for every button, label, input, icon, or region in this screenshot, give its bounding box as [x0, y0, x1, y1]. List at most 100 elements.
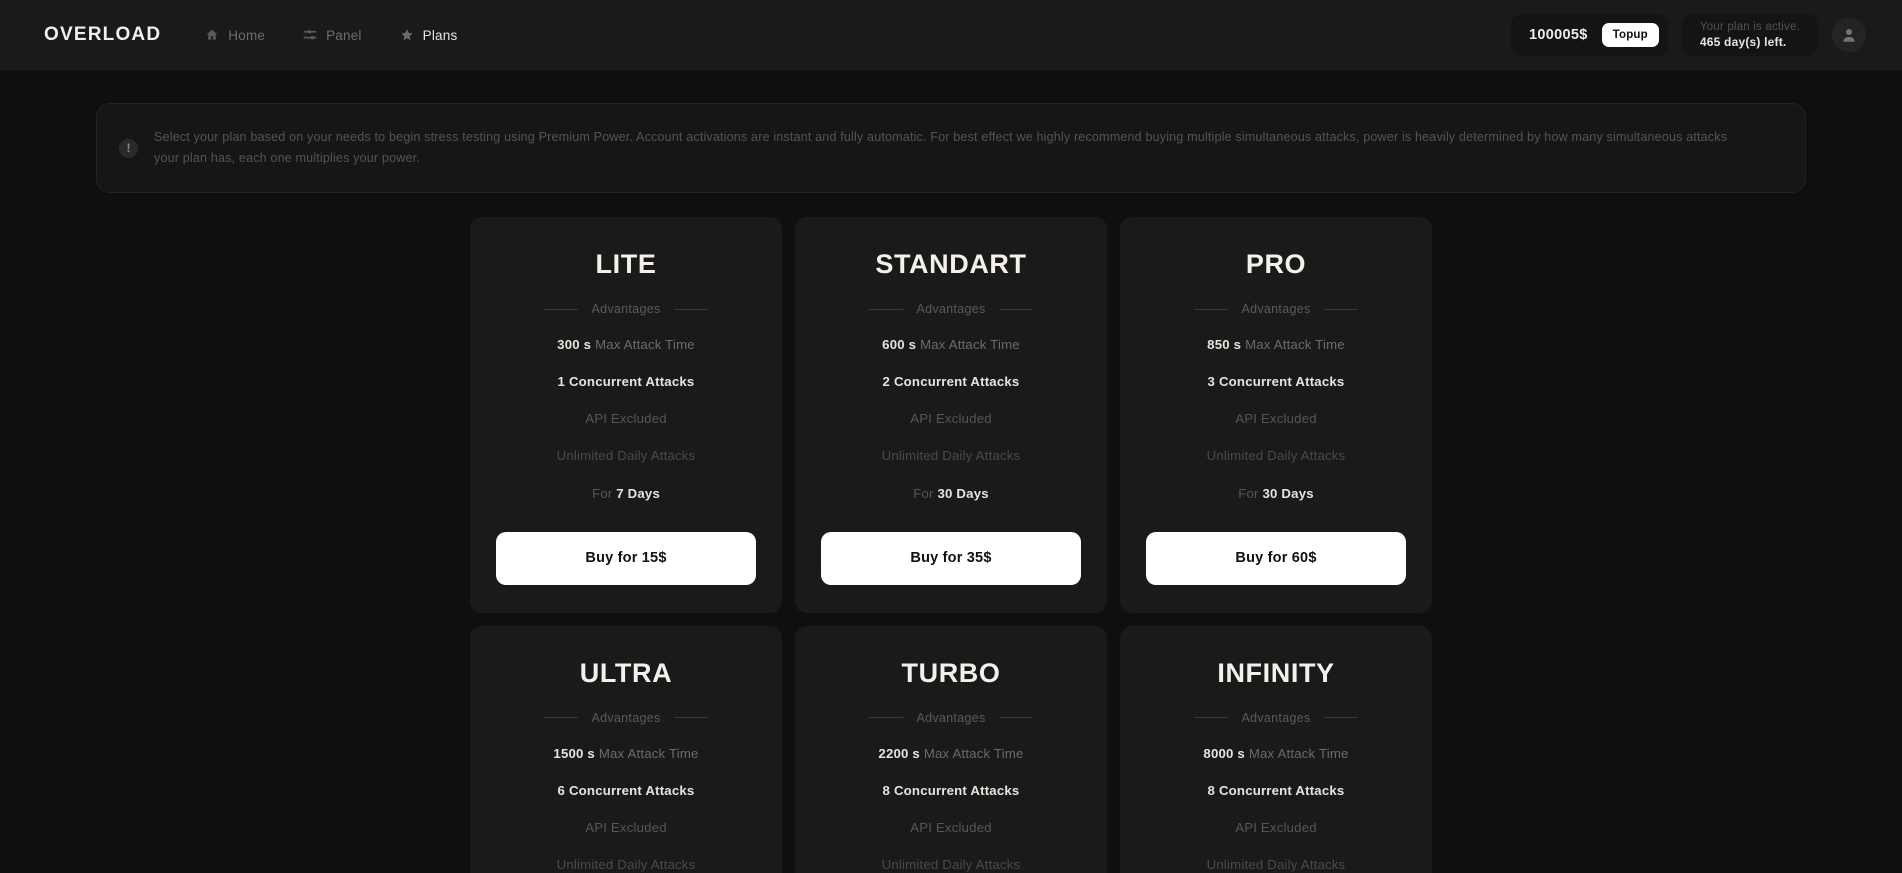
- feature-max-attack-time: 600 s Max Attack Time: [882, 336, 1020, 353]
- concurrent-attacks-value: 3: [1207, 374, 1216, 390]
- plans-grid: LITE Advantages 300 s Max Attack Time 1 Con…: [470, 217, 1432, 873]
- divider-line-right: [1323, 717, 1358, 719]
- star-icon: [400, 28, 414, 42]
- advantages-label: Advantages: [591, 302, 661, 316]
- nav-item-plans-label: Plans: [422, 27, 458, 43]
- feature-concurrent-attacks: 8 Concurrent Attacks: [883, 782, 1020, 799]
- plan-status-line2: 465 day(s) left.: [1699, 35, 1787, 49]
- feature-daily-attacks: Unlimited Daily Attacks: [557, 856, 696, 873]
- main-nav: Home Panel Plans: [205, 28, 457, 43]
- concurrent-attacks-value: 2: [882, 374, 891, 390]
- plan-status-line1: Your plan is active.: [1699, 21, 1800, 33]
- feature-daily-attacks: Unlimited Daily Attacks: [1207, 447, 1346, 464]
- advantages-label: Advantages: [1241, 302, 1311, 316]
- api-label: API Excluded: [585, 820, 667, 836]
- sliders-icon: [303, 28, 317, 42]
- advantages-divider: Advantages: [821, 302, 1081, 316]
- advantages-divider: Advantages: [1146, 711, 1406, 725]
- feature-max-attack-time: 1500 s Max Attack Time: [553, 745, 698, 762]
- nav-item-panel[interactable]: Panel: [303, 28, 362, 43]
- api-label: API Excluded: [585, 411, 667, 427]
- divider-line-left: [544, 717, 579, 719]
- brand-logo[interactable]: OVERLOAD: [44, 24, 161, 46]
- advantages-divider: Advantages: [1146, 302, 1406, 316]
- plan-card: ULTRA Advantages 1500 s Max Attack Time 6 C…: [470, 625, 782, 873]
- nav-item-plans[interactable]: Plans: [400, 28, 458, 43]
- api-label: API Excluded: [1235, 820, 1317, 836]
- advantages-divider: Advantages: [496, 711, 756, 725]
- buy-button[interactable]: Buy for 60$: [1146, 531, 1406, 585]
- divider-line-right: [673, 717, 708, 719]
- app-header: OVERLOAD Home Panel Plans 100005$ Topup …: [0, 0, 1902, 70]
- duration-value: 7 Days: [616, 485, 660, 501]
- concurrent-attacks-label: Concurrent Attacks: [893, 782, 1020, 798]
- plan-card: PRO Advantages 850 s Max Attack Time 3 Conc…: [1120, 217, 1432, 613]
- feature-daily-attacks: Unlimited Daily Attacks: [882, 856, 1021, 873]
- feature-api: API Excluded: [585, 410, 667, 427]
- avatar[interactable]: [1832, 18, 1866, 52]
- divider-line-right: [998, 717, 1033, 719]
- feature-daily-attacks: Unlimited Daily Attacks: [1207, 856, 1346, 873]
- api-label: API Excluded: [910, 411, 992, 427]
- max-attack-time-label: Max Attack Time: [1248, 745, 1349, 761]
- concurrent-attacks-value: 8: [882, 782, 891, 798]
- nav-item-home-label: Home: [228, 27, 266, 43]
- concurrent-attacks-value: 6: [557, 782, 566, 798]
- duration-value: 30 Days: [1262, 485, 1314, 501]
- feature-max-attack-time: 850 s Max Attack Time: [1207, 336, 1345, 353]
- concurrent-attacks-label: Concurrent Attacks: [568, 374, 695, 390]
- daily-attacks-label: Unlimited Daily Attacks: [556, 448, 696, 464]
- plan-card: TURBO Advantages 2200 s Max Attack Time 8 C…: [795, 625, 1107, 873]
- divider-line-left: [869, 717, 904, 719]
- feature-duration: For 30 Days: [1238, 485, 1314, 502]
- max-attack-time-label: Max Attack Time: [1245, 337, 1345, 352]
- api-label: API Excluded: [910, 820, 992, 836]
- advantages-label: Advantages: [1241, 710, 1311, 725]
- max-attack-time-value: 850 s: [1207, 337, 1242, 352]
- buy-button[interactable]: Buy for 35$: [821, 531, 1081, 585]
- max-attack-time-label: Max Attack Time: [923, 745, 1024, 761]
- page-body: ! Select your plan based on your needs t…: [0, 103, 1902, 873]
- divider-line-right: [673, 308, 708, 310]
- plan-card: STANDART Advantages 600 s Max Attack Time 2…: [795, 217, 1107, 613]
- balance-pill: 100005$ Topup: [1511, 14, 1668, 56]
- advantages-divider: Advantages: [821, 711, 1081, 725]
- nav-item-home[interactable]: Home: [205, 28, 265, 43]
- advantages-label: Advantages: [591, 710, 661, 725]
- max-attack-time-value: 2200 s: [878, 745, 920, 761]
- max-attack-time-label: Max Attack Time: [598, 745, 699, 761]
- divider-line-left: [1194, 308, 1229, 310]
- nav-item-panel-label: Panel: [326, 27, 362, 43]
- divider-line-left: [1194, 717, 1229, 719]
- plan-card: LITE Advantages 300 s Max Attack Time 1 Con…: [470, 217, 782, 613]
- feature-max-attack-time: 8000 s Max Attack Time: [1203, 745, 1348, 762]
- concurrent-attacks-label: Concurrent Attacks: [1218, 374, 1345, 390]
- info-icon: !: [119, 138, 138, 158]
- daily-attacks-label: Unlimited Daily Attacks: [881, 857, 1021, 873]
- buy-button[interactable]: Buy for 15$: [496, 531, 756, 585]
- divider-line-left: [869, 308, 904, 310]
- concurrent-attacks-value: 8: [1207, 782, 1216, 798]
- plan-title: PRO: [1245, 249, 1307, 279]
- max-attack-time-value: 8000 s: [1203, 745, 1245, 761]
- plan-title: INFINITY: [1217, 657, 1335, 688]
- header-right-cluster: 100005$ Topup Your plan is active. 465 d…: [1511, 14, 1866, 56]
- divider-line-right: [1323, 308, 1358, 310]
- duration-prefix: For: [1238, 485, 1259, 501]
- max-attack-time-label: Max Attack Time: [920, 337, 1020, 352]
- feature-concurrent-attacks: 3 Concurrent Attacks: [1208, 373, 1345, 390]
- feature-api: API Excluded: [910, 410, 992, 427]
- plan-title: TURBO: [901, 657, 1001, 688]
- feature-daily-attacks: Unlimited Daily Attacks: [557, 447, 696, 464]
- api-label: API Excluded: [1235, 411, 1317, 427]
- duration-prefix: For: [913, 485, 934, 501]
- plan-status-badge: Your plan is active. 465 day(s) left.: [1681, 14, 1818, 56]
- max-attack-time-value: 300 s: [557, 337, 592, 352]
- info-banner-text: Select your plan based on your needs to …: [154, 130, 1728, 165]
- daily-attacks-label: Unlimited Daily Attacks: [556, 857, 696, 873]
- topup-button[interactable]: Topup: [1601, 23, 1659, 47]
- daily-attacks-label: Unlimited Daily Attacks: [1206, 448, 1346, 464]
- max-attack-time-value: 1500 s: [553, 745, 595, 761]
- concurrent-attacks-label: Concurrent Attacks: [568, 782, 695, 798]
- plan-title: LITE: [595, 249, 657, 279]
